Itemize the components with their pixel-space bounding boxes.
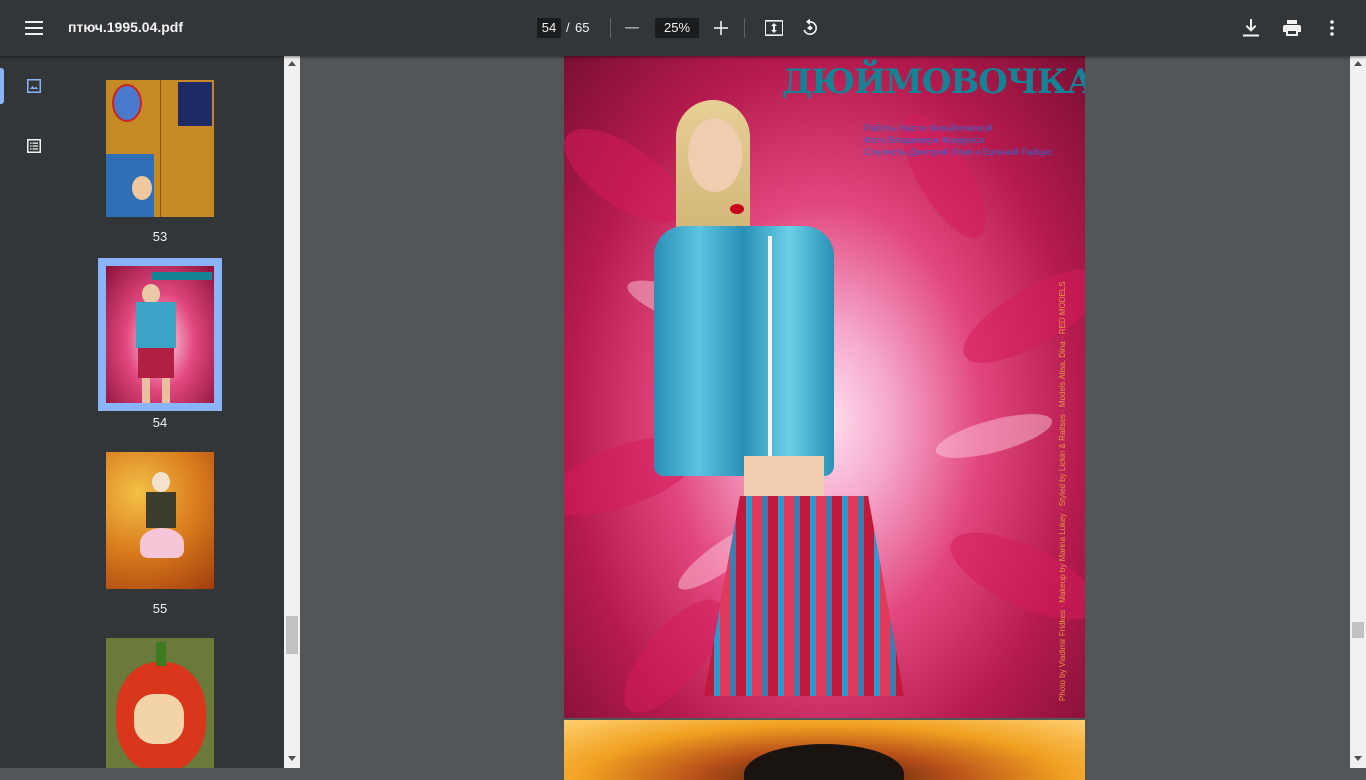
credit-line: Фото Владимира Фридкеса: [864, 135, 985, 146]
scrollbar-thumb[interactable]: [286, 616, 298, 654]
sidebar-rail: [0, 56, 68, 768]
toolbar-divider: [744, 18, 745, 38]
article-credits: Работы Насти Михайловской Фото Владимира…: [864, 123, 1053, 159]
viewer-scrollbar[interactable]: [1350, 56, 1366, 768]
pdf-page-54: ДЮЙМОВОЧКА Работы Насти Михайловской Фот…: [564, 56, 1085, 718]
download-icon: [1243, 19, 1259, 37]
zoom-input[interactable]: 25%: [655, 18, 699, 38]
thumbnail-label: 53: [152, 229, 168, 244]
pdf-toolbar: птюч.1995.04.pdf 54 / 65 25%: [0, 0, 1366, 56]
hamburger-icon: [25, 21, 43, 35]
scroll-up-arrow-icon[interactable]: [1354, 61, 1362, 66]
credit-line: Работы Насти Михайловской: [864, 123, 993, 134]
scroll-down-arrow-icon[interactable]: [1354, 756, 1362, 761]
thumbnail-label: 55: [152, 601, 168, 616]
more-actions-button[interactable]: [1314, 10, 1350, 46]
credit-line: Стилисты Дмитрий Лоик и Евгений Райцес: [864, 147, 1054, 158]
zoom-in-button[interactable]: [703, 10, 739, 46]
page-separator: /: [566, 20, 570, 35]
fit-to-page-icon: [765, 20, 783, 36]
document-title: птюч.1995.04.pdf: [68, 19, 184, 35]
menu-button[interactable]: [16, 10, 52, 46]
pdf-page-55-preview: [564, 720, 1085, 780]
image-icon: [27, 79, 41, 93]
scroll-down-arrow-icon[interactable]: [288, 756, 296, 761]
thumbnail-image: [106, 80, 214, 217]
plus-icon: [714, 21, 728, 35]
rotate-button[interactable]: [792, 10, 828, 46]
download-button[interactable]: [1233, 10, 1269, 46]
thumbnail-page-56[interactable]: [106, 638, 214, 768]
more-vert-icon: [1330, 20, 1334, 36]
thumbnail-image: [106, 266, 214, 403]
zoom-out-button[interactable]: [614, 10, 650, 46]
thumbnail-image: [106, 452, 214, 589]
fit-page-button[interactable]: [756, 10, 792, 46]
thumbnail-page-55[interactable]: 55: [106, 452, 214, 616]
list-icon: [27, 139, 41, 153]
thumbnail-image: [106, 638, 214, 768]
thumbnails-view-button[interactable]: [16, 68, 52, 104]
print-button[interactable]: [1274, 10, 1310, 46]
minus-icon: [625, 27, 639, 29]
thumbnail-page-53[interactable]: 53: [106, 80, 214, 244]
scroll-up-arrow-icon[interactable]: [288, 61, 296, 66]
page-number-input[interactable]: 54: [537, 18, 561, 38]
outline-view-button[interactable]: [16, 128, 52, 164]
print-icon: [1283, 20, 1301, 36]
toolbar-divider: [610, 18, 611, 38]
article-heading: ДЮЙМОВОЧКА: [782, 62, 1085, 102]
rotate-counterclockwise-icon: [803, 18, 818, 35]
active-indicator: [0, 68, 4, 104]
scrollbar-thumb[interactable]: [1352, 622, 1364, 638]
thumbnail-page-54[interactable]: 54: [106, 266, 214, 430]
thumbnail-panel: 53 54 55: [68, 56, 284, 768]
thumbnail-scrollbar[interactable]: [284, 56, 300, 768]
vertical-photo-credit: Photo by Vladimir Fridkes · Makeup by Ma…: [1058, 281, 1067, 701]
page-total: 65: [575, 20, 590, 35]
thumbnail-label: 54: [152, 415, 168, 430]
